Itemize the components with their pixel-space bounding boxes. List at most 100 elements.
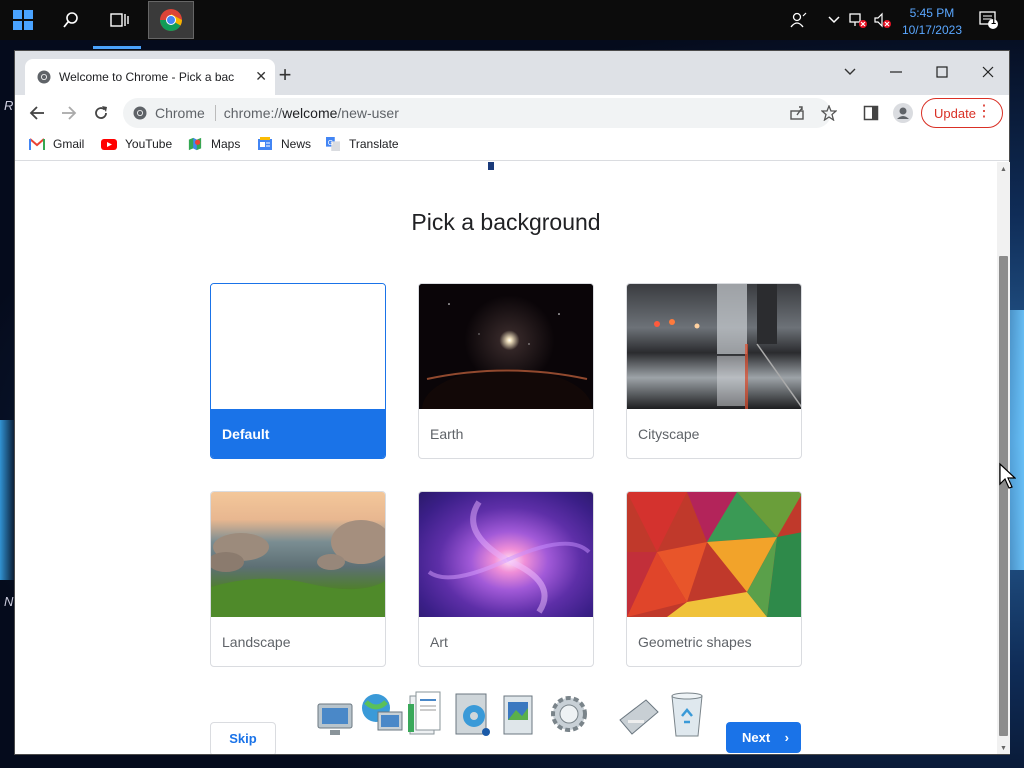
omnibox-chip: Chrome [155, 105, 216, 121]
toolbar: Chrome chrome://welcome/new-user Update … [15, 95, 1009, 131]
logo-fragment [488, 162, 494, 170]
next-label: Next [742, 730, 771, 745]
bookmark-youtube[interactable]: YouTube [101, 137, 172, 151]
forward-button[interactable] [55, 99, 83, 127]
start-button[interactable] [0, 0, 46, 40]
background-card-default[interactable]: Default [210, 283, 386, 459]
volume-button[interactable] [870, 0, 894, 40]
share-icon [790, 106, 804, 120]
tray-overflow-button[interactable] [822, 0, 846, 40]
next-button[interactable]: Next › [726, 722, 801, 753]
taskbar-indicator [93, 46, 141, 49]
dock-computer-icon[interactable] [314, 690, 362, 742]
translate-icon: G [326, 137, 340, 151]
close-window-button[interactable] [965, 57, 1011, 87]
bookmark-news[interactable]: News [257, 137, 311, 151]
forward-arrow-icon [62, 106, 77, 120]
reload-button[interactable] [87, 99, 115, 127]
page-title: Pick a background [411, 209, 601, 235]
bookmark-label: Maps [211, 137, 241, 151]
bookmark-label: Translate [349, 137, 399, 151]
new-tab-button[interactable]: + [273, 64, 297, 88]
background-card-art[interactable]: Art [418, 491, 594, 667]
skip-button[interactable]: Skip [210, 722, 276, 754]
background-thumbnail [627, 492, 801, 617]
update-button[interactable]: Update ⋮ [921, 98, 1003, 128]
tab-welcome[interactable]: Welcome to Chrome - Pick a bac ✕ [25, 59, 275, 95]
tab-title: Welcome to Chrome - Pick a bac [59, 70, 234, 84]
scroll-up-icon[interactable]: ▲ [1000, 166, 1007, 173]
network-button[interactable] [846, 0, 870, 40]
share-button[interactable] [783, 99, 811, 127]
url-host: welcome [282, 105, 338, 121]
background-thumbnail [211, 284, 385, 409]
people-button[interactable] [776, 0, 820, 40]
news-icon [258, 137, 272, 150]
bookmark-label: YouTube [125, 137, 173, 151]
update-label: Update [934, 105, 976, 121]
background-card-earth[interactable]: Earth [418, 283, 594, 459]
svg-text:G: G [328, 140, 333, 147]
background-label: Geometric shapes [638, 634, 752, 650]
minimize-button[interactable] [873, 57, 919, 87]
bookmarks-bar: Gmail YouTube Maps News G Translate [15, 131, 1009, 161]
action-center-button[interactable]: 1 [974, 0, 1004, 40]
background-label: Art [430, 634, 448, 650]
dock-network-icon[interactable] [356, 690, 404, 742]
chrome-favicon-icon [37, 70, 51, 84]
mouse-cursor-icon [999, 462, 1016, 489]
maximize-button[interactable] [919, 57, 965, 87]
background-label: Landscape [222, 634, 291, 650]
background-thumbnail [627, 284, 801, 409]
bookmark-gmail[interactable]: Gmail [29, 137, 84, 151]
more-menu-icon[interactable]: ⋮ [976, 104, 992, 120]
bookmark-translate[interactable]: G Translate [325, 137, 399, 151]
background-thumbnail [211, 492, 385, 617]
dock-scanner-icon[interactable] [616, 690, 664, 742]
clock[interactable]: 5:45 PM 10/17/2023 [902, 5, 962, 39]
task-view-button[interactable] [96, 0, 142, 40]
back-button[interactable] [23, 99, 51, 127]
dock [310, 690, 720, 746]
tab-search-button[interactable] [827, 57, 873, 87]
url-path: /new-user [337, 105, 399, 121]
search-button[interactable] [48, 0, 94, 40]
background-label: Cityscape [638, 426, 700, 442]
dock-music-icon[interactable] [452, 690, 500, 742]
bookmark-label: News [281, 137, 312, 151]
desktop-icon-label-n: N [4, 594, 14, 609]
close-icon [982, 66, 994, 78]
scrollbar[interactable]: ▲ ▼ [997, 162, 1010, 754]
chrome-icon [160, 9, 182, 31]
address-bar[interactable]: Chrome chrome://welcome/new-user [123, 98, 837, 128]
background-thumbnail [419, 284, 593, 409]
desktop-icon-label-r: R [4, 98, 14, 113]
youtube-icon [101, 139, 117, 150]
dock-documents-icon[interactable] [406, 690, 454, 742]
dock-recycle-bin-icon[interactable] [666, 690, 714, 742]
side-panel-icon [863, 105, 879, 121]
taskbar: 5:45 PM 10/17/2023 1 [0, 0, 1024, 49]
chrome-window: Welcome to Chrome - Pick a bac ✕ + Chrom… [14, 50, 1010, 755]
background-card-landscape[interactable]: Landscape [210, 491, 386, 667]
back-arrow-icon [29, 106, 44, 120]
dock-settings-icon[interactable] [546, 690, 594, 742]
background-card-cityscape[interactable]: Cityscape [626, 283, 802, 459]
bookmark-maps[interactable]: Maps [187, 137, 240, 151]
taskbar-chrome-button[interactable] [148, 1, 194, 39]
close-tab-icon[interactable]: ✕ [255, 68, 267, 85]
chevron-down-icon [844, 68, 856, 75]
background-card-geometric-shapes[interactable]: Geometric shapes [626, 491, 802, 667]
background-label: Default [211, 409, 385, 458]
scroll-down-icon[interactable]: ▼ [1000, 745, 1007, 752]
dock-pictures-icon[interactable] [498, 690, 546, 742]
profile-button[interactable] [889, 99, 917, 127]
windows-icon [13, 10, 33, 30]
bookmark-star-button[interactable] [815, 99, 843, 127]
url-scheme: chrome:// [223, 105, 283, 121]
scrollbar-thumb[interactable] [999, 256, 1008, 736]
side-panel-button[interactable] [857, 99, 885, 127]
task-view-icon [110, 13, 129, 27]
maps-icon [188, 137, 202, 151]
avatar-icon [893, 103, 913, 123]
